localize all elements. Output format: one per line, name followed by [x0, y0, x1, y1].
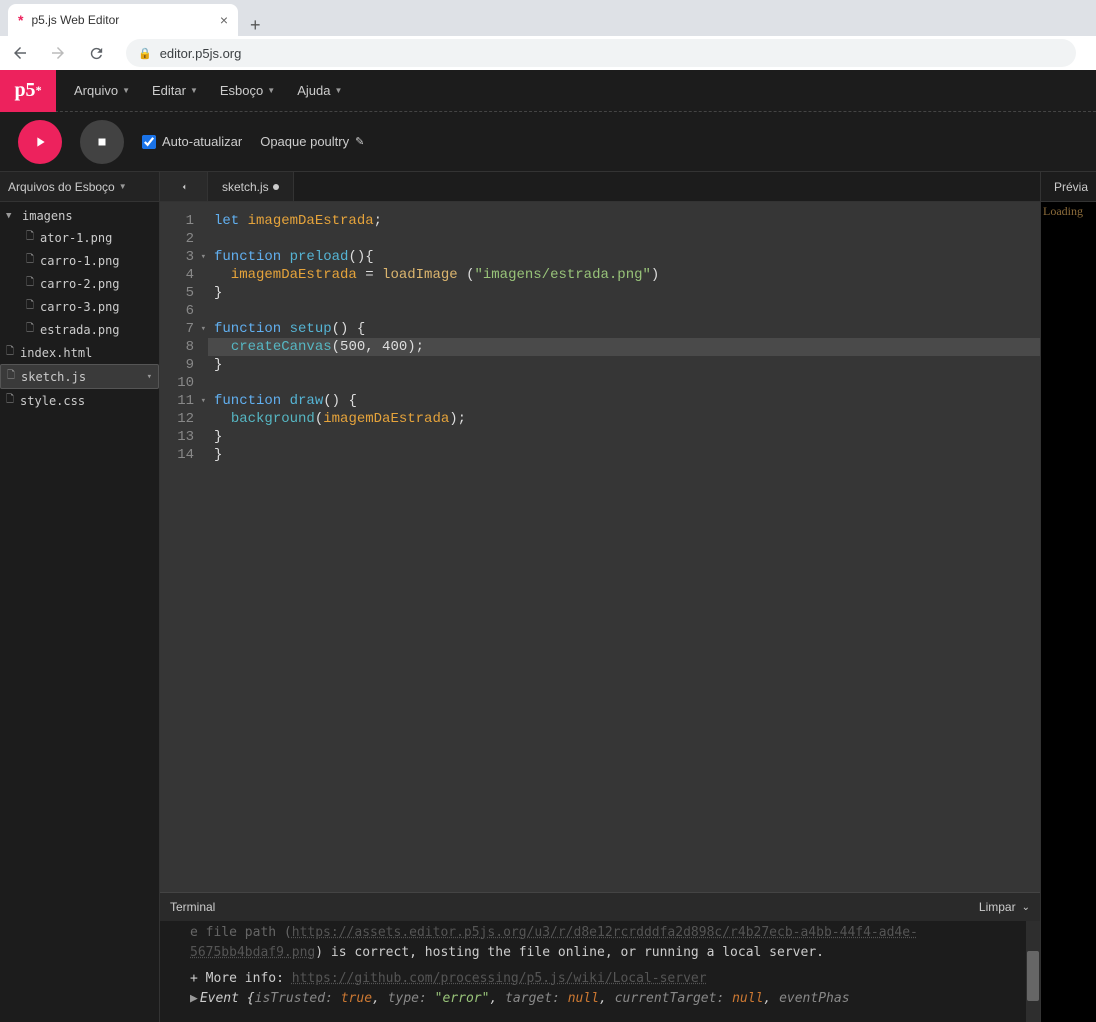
- console-header: Terminal Limpar ⌄: [160, 893, 1040, 921]
- file-carro-2-png[interactable]: 🗋carro-2.png: [0, 272, 159, 295]
- main-area: Arquivos do Esboço▼ ▼imagens🗋ator-1.png🗋…: [0, 172, 1096, 1022]
- collapse-sidebar-button[interactable]: [160, 172, 208, 201]
- close-icon[interactable]: ×: [220, 12, 228, 28]
- folder-arrow-icon: ▼: [6, 211, 16, 221]
- code-line-7[interactable]: function setup() {: [214, 320, 1034, 338]
- reload-button[interactable]: [84, 41, 108, 65]
- preview-canvas: Loading: [1041, 202, 1096, 1022]
- file-index-html[interactable]: 🗋index.html: [0, 341, 159, 364]
- new-tab-button[interactable]: +: [238, 15, 273, 36]
- toolbar: Auto-atualizar Opaque poultry ✎: [0, 112, 1096, 172]
- chevron-down-icon: ▼: [334, 86, 342, 95]
- file-style-css[interactable]: 🗋style.css: [0, 389, 159, 412]
- chevron-down-icon: ▼: [122, 86, 130, 95]
- preview-header: Prévia: [1041, 172, 1096, 202]
- file-carro-3-png[interactable]: 🗋carro-3.png: [0, 295, 159, 318]
- address-bar[interactable]: 🔒 editor.p5js.org: [126, 39, 1076, 67]
- auto-update-label: Auto-atualizar: [162, 134, 242, 149]
- code-line-14[interactable]: }: [214, 446, 1034, 464]
- preview-column: Prévia Loading: [1040, 172, 1096, 1022]
- file-icon: 🗋: [26, 321, 34, 338]
- chevron-down-icon[interactable]: ⌄: [1022, 902, 1030, 913]
- browser-tab-bar: * p5.js Web Editor × +: [0, 0, 1096, 36]
- forward-button[interactable]: [46, 41, 70, 65]
- code-line-4[interactable]: imagemDaEstrada = loadImage ("imagens/es…: [214, 266, 1034, 284]
- menu-arquivo[interactable]: Arquivo▼: [74, 83, 130, 98]
- file-icon: 🗋: [6, 392, 14, 409]
- modified-indicator-icon: [273, 184, 279, 190]
- scrollbar-thumb[interactable]: [1027, 951, 1039, 1001]
- file-icon: 🗋: [6, 344, 14, 361]
- menu-bar: p5* Arquivo▼ Editar▼ Esboço▼ Ajuda▼: [0, 70, 1096, 112]
- browser-toolbar: 🔒 editor.p5js.org: [0, 36, 1096, 70]
- sidebar: Arquivos do Esboço▼ ▼imagens🗋ator-1.png🗋…: [0, 172, 160, 1022]
- chevron-down-icon: ▼: [267, 86, 275, 95]
- file-sketch-js[interactable]: 🗋sketch.js: [0, 364, 159, 389]
- code-line-1[interactable]: let imagemDaEstrada;: [214, 212, 1034, 230]
- code-line-5[interactable]: }: [214, 284, 1034, 302]
- sidebar-header[interactable]: Arquivos do Esboço▼: [0, 172, 159, 202]
- browser-tab[interactable]: * p5.js Web Editor ×: [8, 4, 238, 36]
- auto-update-checkbox[interactable]: [142, 135, 156, 149]
- code-line-8[interactable]: createCanvas(500, 400);: [208, 338, 1040, 356]
- code-editor[interactable]: 1234567891011121314 let imagemDaEstrada;…: [160, 202, 1040, 892]
- lock-icon: 🔒: [138, 47, 152, 60]
- file-ator-1-png[interactable]: 🗋ator-1.png: [0, 226, 159, 249]
- edit-icon[interactable]: ✎: [355, 135, 364, 148]
- code-content[interactable]: let imagemDaEstrada; function preload(){…: [208, 202, 1040, 892]
- code-line-6[interactable]: [214, 302, 1034, 320]
- tab-title: p5.js Web Editor: [31, 13, 119, 27]
- editor-tabs: sketch.js: [160, 172, 1040, 202]
- code-line-13[interactable]: }: [214, 428, 1034, 446]
- console-output[interactable]: e file path (https://assets.editor.p5js.…: [160, 921, 1040, 1022]
- play-button[interactable]: [18, 120, 62, 164]
- file-icon: 🗋: [26, 298, 34, 315]
- clear-console-button[interactable]: Limpar: [979, 900, 1016, 914]
- code-line-12[interactable]: background(imagemDaEstrada);: [214, 410, 1034, 428]
- file-icon: 🗋: [26, 252, 34, 269]
- auto-update-toggle[interactable]: Auto-atualizar: [142, 134, 242, 149]
- file-carro-1-png[interactable]: 🗋carro-1.png: [0, 249, 159, 272]
- menu-ajuda[interactable]: Ajuda▼: [297, 83, 342, 98]
- browser-chrome: * p5.js Web Editor × + 🔒 editor.p5js.org: [0, 0, 1096, 70]
- line-gutter: 1234567891011121314: [160, 202, 208, 892]
- back-button[interactable]: [8, 41, 32, 65]
- code-line-2[interactable]: [214, 230, 1034, 248]
- file-icon: 🗋: [26, 275, 34, 292]
- p5-logo[interactable]: p5*: [0, 70, 56, 112]
- expand-icon[interactable]: ▶: [190, 991, 198, 1006]
- code-line-10[interactable]: [214, 374, 1034, 392]
- file-tree: ▼imagens🗋ator-1.png🗋carro-1.png🗋carro-2.…: [0, 202, 159, 416]
- console-title: Terminal: [170, 900, 215, 914]
- p5-editor-app: p5* Arquivo▼ Editar▼ Esboço▼ Ajuda▼ Auto-at…: [0, 70, 1096, 1022]
- code-line-9[interactable]: }: [214, 356, 1034, 374]
- menu-esboço[interactable]: Esboço▼: [220, 83, 275, 98]
- menu-editar[interactable]: Editar▼: [152, 83, 198, 98]
- file-estrada-png[interactable]: 🗋estrada.png: [0, 318, 159, 341]
- stop-button[interactable]: [80, 120, 124, 164]
- folder-imagens[interactable]: ▼imagens: [0, 206, 159, 226]
- file-tab-sketch[interactable]: sketch.js: [208, 172, 294, 201]
- sketch-name[interactable]: Opaque poultry ✎: [260, 134, 364, 149]
- code-line-3[interactable]: function preload(){: [214, 248, 1034, 266]
- file-icon: 🗋: [7, 368, 15, 385]
- chevron-down-icon: ▼: [190, 86, 198, 95]
- editor-column: sketch.js 1234567891011121314 let imagem…: [160, 172, 1040, 1022]
- file-icon: 🗋: [26, 229, 34, 246]
- url-text: editor.p5js.org: [160, 46, 242, 61]
- scrollbar-track[interactable]: [1026, 921, 1040, 1022]
- console-panel: Terminal Limpar ⌄ e file path (https://a…: [160, 892, 1040, 1022]
- chevron-down-icon: ▼: [119, 182, 127, 191]
- favicon-icon: *: [18, 12, 23, 28]
- code-line-11[interactable]: function draw() {: [214, 392, 1034, 410]
